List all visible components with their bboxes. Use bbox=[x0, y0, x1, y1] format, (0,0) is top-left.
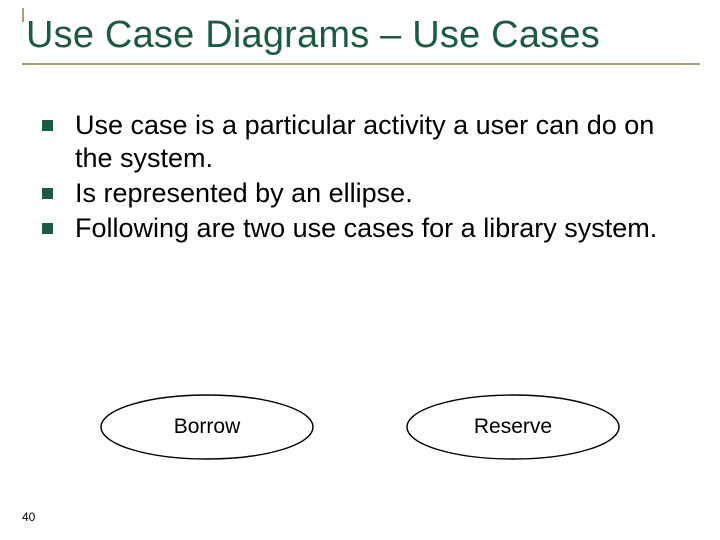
square-bullet-icon bbox=[42, 120, 53, 131]
bullet-item: Following are two use cases for a librar… bbox=[42, 212, 690, 245]
page-number: 40 bbox=[22, 510, 35, 524]
usecase-label: Reserve bbox=[474, 415, 552, 439]
content-area: Use case is a particular activity a user… bbox=[20, 109, 700, 245]
bullet-item: Is represented by an ellipse. bbox=[42, 177, 690, 210]
bullet-list: Use case is a particular activity a user… bbox=[42, 109, 690, 245]
square-bullet-icon bbox=[42, 188, 53, 199]
usecase-ellipse-borrow: Borrow bbox=[97, 392, 317, 462]
title-tick bbox=[22, 8, 24, 22]
bullet-item: Use case is a particular activity a user… bbox=[42, 109, 690, 175]
bullet-text: Is represented by an ellipse. bbox=[75, 177, 413, 210]
usecase-label: Borrow bbox=[174, 415, 241, 439]
usecase-row: Borrow Reserve bbox=[0, 392, 720, 462]
square-bullet-icon bbox=[42, 223, 53, 234]
bullet-text: Following are two use cases for a librar… bbox=[75, 212, 657, 245]
bullet-text: Use case is a particular activity a user… bbox=[75, 109, 690, 175]
title-area: Use Case Diagrams – Use Cases bbox=[20, 14, 700, 67]
slide: Use Case Diagrams – Use Cases Use case i… bbox=[0, 0, 720, 540]
usecase-ellipse-reserve: Reserve bbox=[403, 392, 623, 462]
title-rule: Use Case Diagrams – Use Cases bbox=[22, 14, 700, 65]
slide-title: Use Case Diagrams – Use Cases bbox=[22, 14, 700, 57]
